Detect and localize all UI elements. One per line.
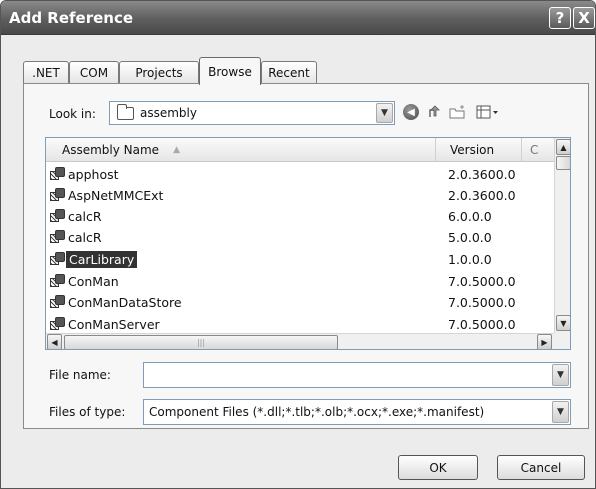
files-of-type-value: Component Files (*.dll;*.tlb;*.olb;*.ocx… bbox=[149, 405, 485, 419]
cancel-button[interactable]: Cancel bbox=[497, 455, 585, 480]
assembly-icon bbox=[50, 188, 65, 202]
scroll-corner bbox=[554, 333, 570, 349]
chevron-down-icon[interactable]: ▼ bbox=[376, 103, 393, 123]
list-item[interactable]: AspNetMMCExt 2.0.3600.0 bbox=[46, 185, 554, 207]
assembly-version: 2.0.3600.0 bbox=[448, 188, 516, 203]
column-culture[interactable]: C bbox=[522, 138, 552, 162]
horizontal-scrollbar[interactable]: ◀ ||| ▶ bbox=[46, 333, 554, 349]
column-version[interactable]: Version bbox=[436, 138, 522, 162]
tab-com[interactable]: COM bbox=[69, 61, 119, 84]
list-item[interactable]: calcR 6.0.0.0 bbox=[46, 206, 554, 228]
tab-projects[interactable]: Projects bbox=[119, 61, 199, 84]
list-item[interactable]: ConManDataStore 7.0.5000.0 bbox=[46, 292, 554, 314]
assembly-icon bbox=[50, 230, 65, 244]
back-arrow-icon[interactable]: ◀ bbox=[401, 102, 421, 122]
new-folder-icon[interactable] bbox=[448, 102, 468, 122]
sort-ascending-icon: ▲ bbox=[173, 145, 180, 155]
chevron-down-icon[interactable]: ▼ bbox=[552, 364, 569, 386]
scroll-right-icon[interactable]: ▶ bbox=[537, 334, 552, 349]
chevron-down-icon[interactable]: ▼ bbox=[552, 401, 569, 423]
assembly-name: AspNetMMCExt bbox=[68, 188, 164, 203]
folder-icon bbox=[117, 104, 134, 120]
assembly-version: 1.0.0.0 bbox=[448, 252, 492, 267]
close-button[interactable]: X bbox=[573, 7, 595, 29]
up-folder-icon[interactable] bbox=[425, 102, 445, 122]
views-menu-icon[interactable] bbox=[475, 102, 501, 122]
vertical-scroll-thumb[interactable] bbox=[556, 156, 570, 170]
assembly-name: calcR bbox=[68, 230, 102, 245]
assembly-icon bbox=[50, 252, 65, 266]
list-item-selected[interactable]: CarLibrary 1.0.0.0 bbox=[46, 249, 554, 271]
horizontal-scroll-thumb[interactable]: ||| bbox=[64, 335, 338, 349]
column-assembly-name[interactable]: Assembly Name ▲ bbox=[46, 138, 436, 162]
file-name-label: File name: bbox=[49, 368, 111, 382]
tab-net[interactable]: .NET bbox=[23, 61, 69, 84]
column-culture-label: C bbox=[530, 143, 539, 157]
assembly-name: ConManServer bbox=[68, 317, 160, 332]
assembly-version: 7.0.5000.0 bbox=[448, 274, 516, 289]
assembly-icon bbox=[50, 295, 65, 309]
assembly-icon bbox=[50, 167, 65, 181]
help-button[interactable]: ? bbox=[549, 7, 571, 29]
scroll-down-icon[interactable]: ▼ bbox=[556, 315, 570, 331]
assembly-icon bbox=[50, 274, 65, 288]
look-in-label: Look in: bbox=[49, 107, 96, 121]
ok-button[interactable]: OK bbox=[398, 455, 478, 480]
look-in-value: assembly bbox=[140, 106, 197, 120]
assembly-name: ConManDataStore bbox=[68, 295, 182, 310]
assembly-version: 7.0.5000.0 bbox=[448, 295, 516, 310]
assembly-version: 7.0.5000.0 bbox=[448, 317, 516, 332]
assembly-icon bbox=[50, 209, 65, 223]
tab-browse[interactable]: Browse bbox=[199, 57, 261, 85]
files-of-type-label: Files of type: bbox=[49, 405, 126, 419]
assembly-name: CarLibrary bbox=[66, 251, 138, 268]
look-in-dropdown[interactable]: assembly ▼ bbox=[109, 101, 395, 125]
file-name-input[interactable]: ▼ bbox=[143, 362, 571, 388]
files-of-type-dropdown[interactable]: Component Files (*.dll;*.tlb;*.olb;*.ocx… bbox=[143, 399, 571, 425]
list-item[interactable]: apphost 2.0.3600.0 bbox=[46, 164, 554, 186]
list-item[interactable]: ConMan 7.0.5000.0 bbox=[46, 271, 554, 293]
column-version-label: Version bbox=[450, 143, 495, 157]
assembly-list[interactable]: Assembly Name ▲ Version C apphost 2.0.36… bbox=[45, 137, 571, 350]
assembly-name: apphost bbox=[68, 167, 119, 182]
assembly-name: ConMan bbox=[68, 274, 119, 289]
assembly-version: 5.0.0.0 bbox=[448, 230, 492, 245]
scroll-up-icon[interactable]: ▲ bbox=[556, 139, 570, 155]
list-item[interactable]: calcR 5.0.0.0 bbox=[46, 227, 554, 249]
assembly-version: 6.0.0.0 bbox=[448, 209, 492, 224]
scroll-left-icon[interactable]: ◀ bbox=[47, 334, 62, 349]
column-assembly-name-label: Assembly Name bbox=[62, 143, 160, 157]
title-bar[interactable]: Add Reference ? X bbox=[1, 1, 595, 35]
add-reference-dialog: Add Reference ? X .NET COM Projects Brow… bbox=[0, 0, 596, 489]
assembly-version: 2.0.3600.0 bbox=[448, 167, 516, 182]
dialog-title: Add Reference bbox=[9, 9, 134, 27]
column-header: Assembly Name ▲ Version C bbox=[46, 138, 570, 162]
assembly-icon bbox=[50, 317, 65, 331]
tab-recent[interactable]: Recent bbox=[261, 61, 317, 84]
vertical-scrollbar[interactable]: ▲ ▼ bbox=[554, 138, 570, 333]
assembly-name: calcR bbox=[68, 209, 102, 224]
